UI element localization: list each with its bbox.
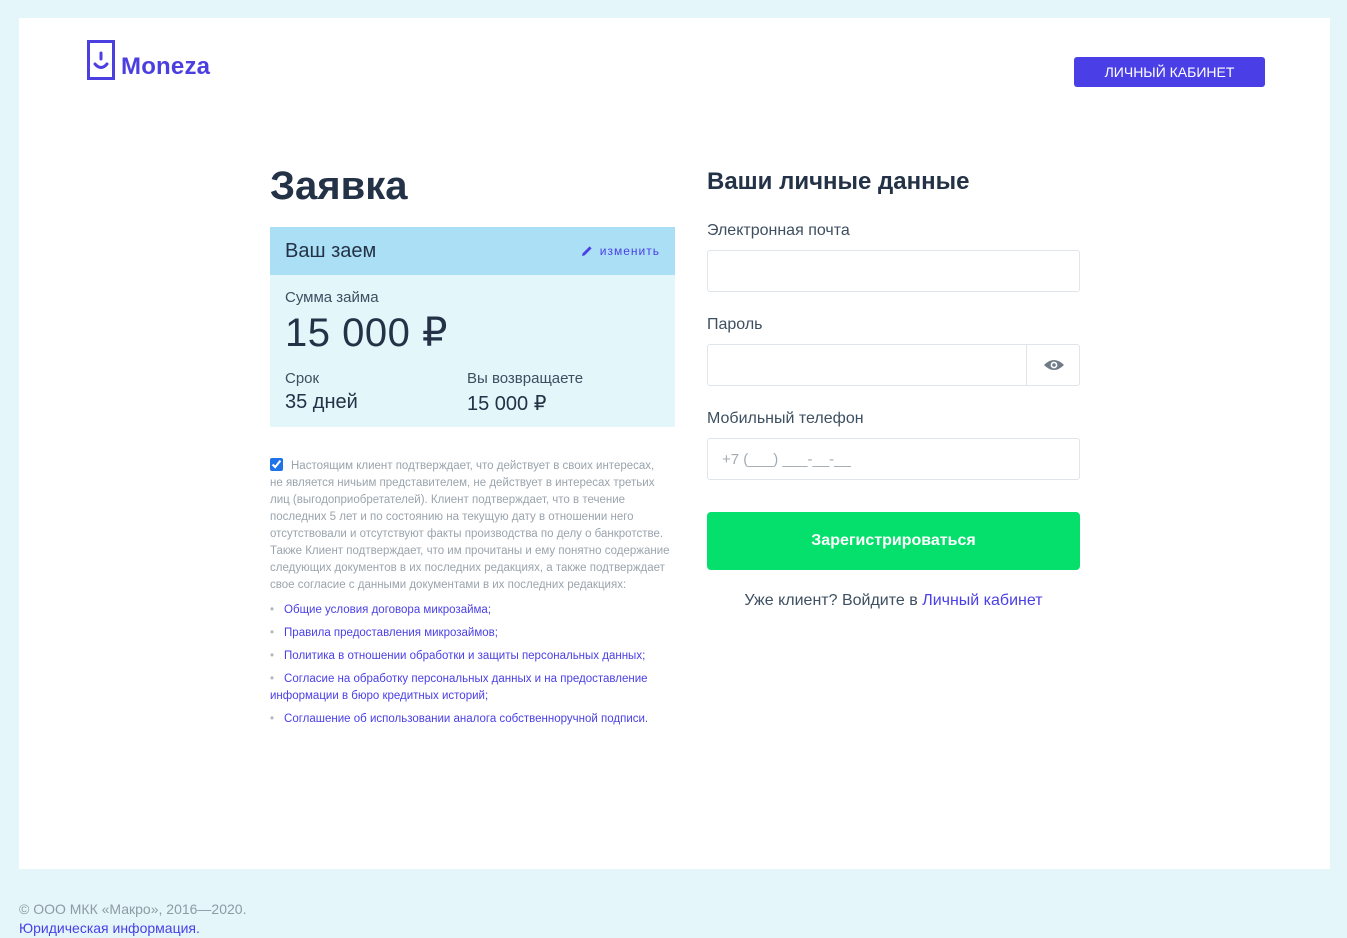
document-link-general-terms[interactable]: Общие условия договора микрозайма;	[284, 604, 491, 616]
password-visibility-toggle[interactable]	[1026, 344, 1080, 386]
personal-data-form: Ваши личные данные Электронная почта Пар…	[707, 168, 1080, 610]
phone-label: Мобильный телефон	[707, 410, 864, 427]
term-column: Срок 35 дней	[285, 370, 467, 416]
return-label: Вы возвращаете	[467, 370, 584, 387]
edit-loan-link[interactable]: изменить	[581, 244, 660, 258]
phone-field[interactable]	[707, 438, 1080, 480]
document-link-rules[interactable]: Правила предоставления микрозаймов;	[284, 627, 498, 639]
eye-icon	[1043, 360, 1064, 370]
amount-label: Сумма займа	[285, 289, 379, 306]
copyright: © ООО МКК «Макро», 2016—2020.	[19, 901, 247, 917]
list-item: Соглашение об использовании аналога собс…	[270, 711, 670, 728]
list-item: Общие условия договора микрозайма;	[270, 602, 670, 619]
password-wrapper	[707, 344, 1080, 386]
documents-list: Общие условия договора микрозайма; Прави…	[270, 602, 670, 728]
term-value: 35 дней	[285, 391, 358, 413]
list-item: Правила предоставления микрозаймов;	[270, 625, 670, 642]
loan-summary-header: Ваш заем изменить	[270, 227, 675, 275]
login-link[interactable]: Личный кабинет	[922, 592, 1042, 609]
consent-text-block: Настоящим клиент подтверждает, что дейст…	[270, 458, 670, 594]
list-item: Политика в отношении обработки и защиты …	[270, 648, 670, 665]
document-link-privacy-policy[interactable]: Политика в отношении обработки и защиты …	[284, 650, 645, 662]
amount-value: 15 000 ₽	[285, 311, 448, 355]
page-title: Заявка	[270, 164, 408, 208]
page-card: Moneza Личный кабинет Заявка Ваш заем из…	[19, 18, 1330, 869]
edit-loan-label: изменить	[599, 244, 660, 258]
return-column: Вы возвращаете 15 000 ₽	[467, 370, 649, 416]
phone-smile-icon	[87, 40, 115, 80]
email-field[interactable]	[707, 250, 1080, 292]
consent-text: Настоящим клиент подтверждает, что дейст…	[270, 460, 670, 591]
consent-block: Настоящим клиент подтверждает, что дейст…	[270, 458, 670, 734]
form-title: Ваши личные данные	[707, 168, 970, 195]
password-label: Пароль	[707, 316, 763, 333]
loan-summary-heading: Ваш заем	[285, 239, 377, 262]
login-hint-text: Уже клиент? Войдите в	[744, 592, 918, 609]
personal-cabinet-button[interactable]: Личный кабинет	[1074, 57, 1265, 87]
document-link-data-consent[interactable]: Согласие на обработку персональных данны…	[270, 673, 648, 702]
loan-summary-card: Ваш заем изменить Сумма займа 15 000 ₽ С…	[270, 227, 675, 427]
document-link-signature-agreement[interactable]: Соглашение об использовании аналога собс…	[284, 713, 648, 725]
list-item: Согласие на обработку персональных данны…	[270, 671, 670, 705]
register-button[interactable]: Зарегистрироваться	[707, 512, 1080, 570]
pencil-icon	[581, 246, 592, 256]
logo-text: Moneza	[121, 53, 211, 80]
loan-details-row: Срок 35 дней Вы возвращаете 15 000 ₽	[285, 370, 660, 416]
term-label: Срок	[285, 370, 320, 387]
return-value: 15 000 ₽	[467, 393, 547, 415]
consent-checkbox[interactable]	[270, 458, 283, 471]
footer: © ООО МКК «Макро», 2016—2020. Юридическа…	[19, 900, 246, 938]
login-hint: Уже клиент? Войдите в Личный кабинет	[707, 592, 1080, 610]
loan-summary-body: Сумма займа 15 000 ₽ Срок 35 дней Вы воз…	[270, 275, 675, 416]
legal-info-link[interactable]: Юридическая информация.	[19, 919, 246, 938]
email-label: Электронная почта	[707, 222, 850, 239]
password-field[interactable]	[707, 344, 1080, 386]
logo[interactable]: Moneza	[87, 40, 210, 80]
